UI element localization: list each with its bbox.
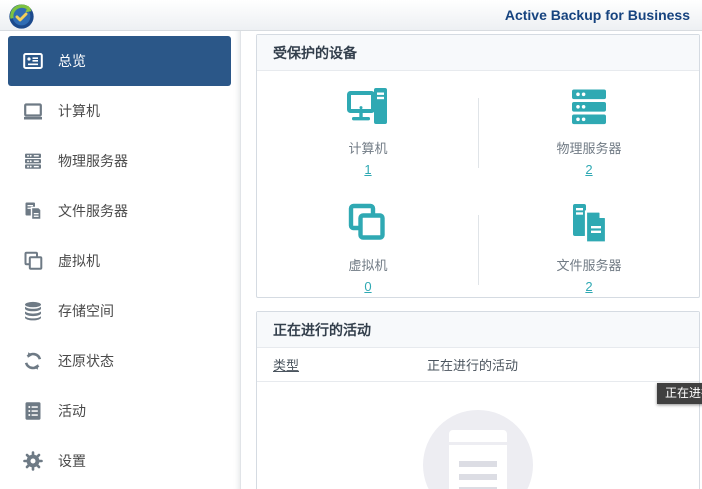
tile-virtual-machines: 虚拟机 0 [258, 202, 478, 296]
sidebar-item-label: 活动 [58, 401, 86, 421]
empty-document-icon [449, 430, 507, 489]
sidebar-item-activities[interactable]: 活动 [8, 386, 231, 436]
sidebar-item-computers[interactable]: 计算机 [8, 86, 231, 136]
tile-label: 物理服务器 [479, 138, 699, 157]
physical-servers-count-link[interactable]: 2 [585, 162, 592, 177]
restore-status-icon [21, 349, 45, 373]
column-header-type[interactable]: 类型 [257, 355, 427, 374]
ongoing-activities-title: 正在进行的活动 [257, 312, 699, 348]
file-servers-count-link[interactable]: 2 [585, 279, 592, 294]
file-server-icon [21, 199, 45, 223]
active-backup-logo-icon [8, 3, 35, 30]
sidebar-item-virtual-machines[interactable]: 虚拟机 [8, 236, 231, 286]
settings-icon [21, 449, 45, 473]
sidebar-item-label: 计算机 [58, 101, 100, 121]
virtual-machine-tile-icon [346, 202, 390, 246]
sidebar-item-label: 设置 [58, 451, 86, 471]
computer-tile-icon [346, 85, 390, 129]
sidebar-item-physical-servers[interactable]: 物理服务器 [8, 136, 231, 186]
sidebar-item-label: 总览 [58, 51, 86, 71]
tile-label: 文件服务器 [479, 255, 699, 274]
overview-icon [21, 49, 45, 73]
tile-file-servers: 文件服务器 2 [479, 202, 699, 296]
sidebar-item-label: 还原状态 [58, 351, 114, 371]
virtual-machine-icon [21, 249, 45, 273]
file-server-tile-icon [567, 202, 611, 246]
main-content: 受保护的设备 计算机 1 物理服务器 2 虚拟机 [242, 31, 702, 489]
ongoing-activities-card: 正在进行的活动 类型 正在进行的活动 [256, 311, 700, 489]
tile-divider [478, 98, 479, 168]
storage-icon [21, 299, 45, 323]
protected-devices-tiles: 计算机 1 物理服务器 2 虚拟机 0 [257, 71, 699, 297]
virtual-machines-count-link[interactable]: 0 [364, 279, 371, 294]
sidebar-item-file-servers[interactable]: 文件服务器 [8, 186, 231, 236]
tile-divider [478, 215, 479, 285]
empty-state-circle [423, 410, 533, 489]
tile-physical-servers: 物理服务器 2 [479, 85, 699, 179]
physical-server-tile-icon [567, 85, 611, 129]
sidebar-item-label: 虚拟机 [58, 251, 100, 271]
protected-devices-card: 受保护的设备 计算机 1 物理服务器 2 虚拟机 [256, 34, 700, 298]
protected-devices-title: 受保护的设备 [257, 35, 699, 71]
sidebar-item-label: 物理服务器 [58, 151, 128, 171]
computer-icon [21, 99, 45, 123]
computers-count-link[interactable]: 1 [364, 162, 371, 177]
tile-label: 虚拟机 [258, 255, 478, 274]
sidebar: 总览 计算机 物理服务器 文件服务器 虚拟机 [0, 31, 241, 489]
sidebar-item-label: 文件服务器 [58, 201, 128, 221]
sidebar-item-label: 存储空间 [58, 301, 114, 321]
app-header: Active Backup for Business [0, 0, 702, 31]
tile-label: 计算机 [258, 138, 478, 157]
column-header-tooltip: 正在进行的活动 [657, 383, 702, 404]
sidebar-item-restore-status[interactable]: 还原状态 [8, 336, 231, 386]
activities-empty-state [257, 382, 699, 489]
physical-server-icon [21, 149, 45, 173]
column-header-ongoing-activity[interactable]: 正在进行的活动 [427, 355, 699, 374]
sidebar-nav: 总览 计算机 物理服务器 文件服务器 虚拟机 [8, 36, 231, 486]
tile-computers: 计算机 1 [258, 85, 478, 179]
activity-log-icon [21, 399, 45, 423]
sidebar-item-settings[interactable]: 设置 [8, 436, 231, 486]
page-title: Active Backup for Business [505, 7, 690, 23]
activities-table-header: 类型 正在进行的活动 [257, 348, 699, 382]
sidebar-item-overview[interactable]: 总览 [8, 36, 231, 86]
sidebar-item-storage[interactable]: 存储空间 [8, 286, 231, 336]
